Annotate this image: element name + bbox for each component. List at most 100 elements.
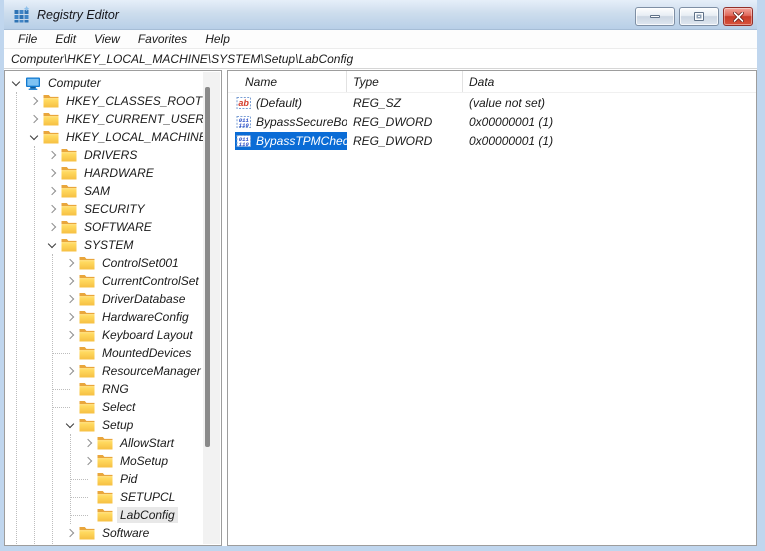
tree-expand-chevron-icon[interactable]: [53, 380, 79, 398]
folder-icon: [79, 525, 95, 541]
tree-item-currentcontrolset[interactable]: CurrentControlSet: [63, 272, 221, 290]
tree-expand-chevron-icon[interactable]: [45, 200, 61, 218]
tree-expand-chevron-icon[interactable]: [63, 272, 79, 290]
maximize-button[interactable]: [679, 7, 719, 26]
value-list-pane: Name Type Data ab (Default) REG_SZ (valu…: [227, 70, 757, 546]
main-area: Computer HKEY_CLASSES_ROOT HKEY_CURRENT_…: [4, 69, 757, 546]
tree-item-driverdatabase[interactable]: DriverDatabase: [63, 290, 221, 308]
value-type-cell: REG_DWORD: [353, 114, 433, 129]
minimize-button[interactable]: [635, 7, 675, 26]
tree-expand-chevron-icon[interactable]: [45, 146, 61, 164]
tree-item-setup[interactable]: Setup: [63, 416, 221, 434]
tree-expand-chevron-icon[interactable]: [9, 74, 25, 92]
menu-edit[interactable]: Edit: [46, 31, 85, 47]
tree-item-security[interactable]: SECURITY: [45, 200, 221, 218]
tree-item-keyboard-layout[interactable]: Keyboard Layout: [63, 326, 221, 344]
folder-icon: [79, 363, 95, 379]
tree-expand-chevron-icon[interactable]: [63, 308, 79, 326]
registry-grid-icon[interactable]: [13, 6, 30, 23]
folder-icon: [79, 309, 95, 325]
tree-expand-chevron-icon[interactable]: [45, 218, 61, 236]
tree-item-hkey-current-user[interactable]: HKEY_CURRENT_USER: [27, 110, 221, 128]
tree-item-hardware[interactable]: HARDWARE: [45, 164, 221, 182]
tree-expand-chevron-icon[interactable]: [45, 182, 61, 200]
value-row--default-[interactable]: ab (Default) REG_SZ (value not set): [228, 93, 756, 112]
tree-item-label: MoSetup: [120, 454, 169, 468]
title-bar[interactable]: Registry Editor: [4, 0, 757, 30]
tree-expand-chevron-icon[interactable]: [63, 290, 79, 308]
window-title: Registry Editor: [37, 7, 119, 22]
tree-item-software[interactable]: Software: [63, 524, 221, 542]
close-button[interactable]: [723, 7, 753, 26]
tree-item-hkey-local-machine[interactable]: HKEY_LOCAL_MACHINE: [27, 128, 221, 146]
tree-item-drivers[interactable]: DRIVERS: [45, 146, 221, 164]
tree-expand-chevron-icon[interactable]: [53, 344, 79, 362]
folder-icon: [61, 201, 77, 217]
tree-item-controlset001[interactable]: ControlSet001: [63, 254, 221, 272]
tree-expand-chevron-icon[interactable]: [63, 524, 79, 542]
tree-item-wpa[interactable]: WPA: [63, 542, 221, 545]
tree-scrollbar[interactable]: [203, 72, 220, 544]
tree-pane: Computer HKEY_CLASSES_ROOT HKEY_CURRENT_…: [4, 70, 222, 546]
tree-item-resourcemanager[interactable]: ResourceManager: [63, 362, 221, 380]
tree-expand-chevron-icon[interactable]: [45, 236, 61, 254]
value-row-bypasssecureboot[interactable]: 011110 BypassSecureBoot REG_DWORD 0x0000…: [228, 112, 756, 131]
tree-expand-chevron-icon[interactable]: [81, 452, 97, 470]
tree-item-label: Keyboard Layout: [102, 328, 193, 342]
tree-expand-chevron-icon[interactable]: [27, 128, 43, 146]
address-input[interactable]: Computer\HKEY_LOCAL_MACHINE\SYSTEM\Setup…: [4, 48, 757, 69]
tree-expand-chevron-icon[interactable]: [27, 92, 43, 110]
tree-children: AllowStart MoSetup Pid SETUPCL LabConfig: [70, 434, 221, 524]
tree-expand-chevron-icon[interactable]: [45, 164, 61, 182]
tree-expand-chevron-icon[interactable]: [63, 416, 79, 434]
tree-expand-chevron-icon[interactable]: [27, 110, 43, 128]
tree-item-pid[interactable]: Pid: [71, 470, 221, 488]
column-header-type[interactable]: Type: [347, 71, 463, 92]
tree-item-hkey-classes-root[interactable]: HKEY_CLASSES_ROOT: [27, 92, 221, 110]
folder-icon: [79, 273, 95, 289]
menu-view[interactable]: View: [85, 31, 129, 47]
menu-help[interactable]: Help: [196, 31, 239, 47]
tree-item-label: SECURITY: [84, 202, 145, 216]
folder-icon: [97, 507, 113, 523]
column-header-data[interactable]: Data: [463, 71, 756, 92]
tree-item-label: ControlSet001: [102, 256, 179, 270]
tree-item-select[interactable]: Select: [53, 398, 221, 416]
tree-item-label: WPA: [99, 543, 131, 545]
tree-children: HKEY_CLASSES_ROOT HKEY_CURRENT_USER HKEY…: [16, 92, 221, 545]
tree-item-label: SAM: [84, 184, 111, 198]
tree-item-hardwareconfig[interactable]: HardwareConfig: [63, 308, 221, 326]
dword-binary-icon: 011 110: [236, 133, 252, 149]
tree-item-labconfig[interactable]: LabConfig: [71, 506, 221, 524]
menu-favorites[interactable]: Favorites: [129, 31, 196, 47]
tree-item-sam[interactable]: SAM: [45, 182, 221, 200]
tree-expand-chevron-icon[interactable]: [71, 506, 97, 524]
tree-item-allowstart[interactable]: AllowStart: [81, 434, 221, 452]
column-header-name[interactable]: Name: [228, 71, 347, 92]
tree-expand-chevron-icon[interactable]: [63, 254, 79, 272]
tree-expand-chevron-icon[interactable]: [71, 488, 97, 506]
tree-expand-chevron-icon[interactable]: [63, 542, 79, 545]
tree-expand-chevron-icon[interactable]: [81, 434, 97, 452]
tree-item-label: MountedDevices: [102, 346, 192, 360]
tree-item-label: Pid: [120, 472, 138, 486]
menu-file[interactable]: File: [9, 31, 46, 47]
tree-item-computer[interactable]: Computer: [9, 74, 221, 92]
value-row-bypasstpmcheck[interactable]: 011 110 BypassTPMCheck REG_DWORD 0x000000…: [228, 131, 756, 150]
minimize-icon: [650, 15, 660, 18]
value-name-cell: 011 110 BypassTPMCheck: [235, 131, 347, 150]
svg-text:ab: ab: [238, 98, 249, 108]
tree-expand-chevron-icon[interactable]: [71, 470, 97, 488]
tree-item-rng[interactable]: RNG: [53, 380, 221, 398]
tree-item-setupcl[interactable]: SETUPCL: [71, 488, 221, 506]
tree-item-mosetup[interactable]: MoSetup: [81, 452, 221, 470]
maximize-icon: [694, 12, 704, 21]
tree-scrollbar-thumb[interactable]: [205, 87, 210, 447]
tree-expand-chevron-icon[interactable]: [63, 326, 79, 344]
folder-icon: [43, 111, 59, 127]
tree-item-software[interactable]: SOFTWARE: [45, 218, 221, 236]
tree-item-system[interactable]: SYSTEM: [45, 236, 221, 254]
tree-expand-chevron-icon[interactable]: [53, 398, 79, 416]
tree-expand-chevron-icon[interactable]: [63, 362, 79, 380]
tree-item-mounteddevices[interactable]: MountedDevices: [53, 344, 221, 362]
